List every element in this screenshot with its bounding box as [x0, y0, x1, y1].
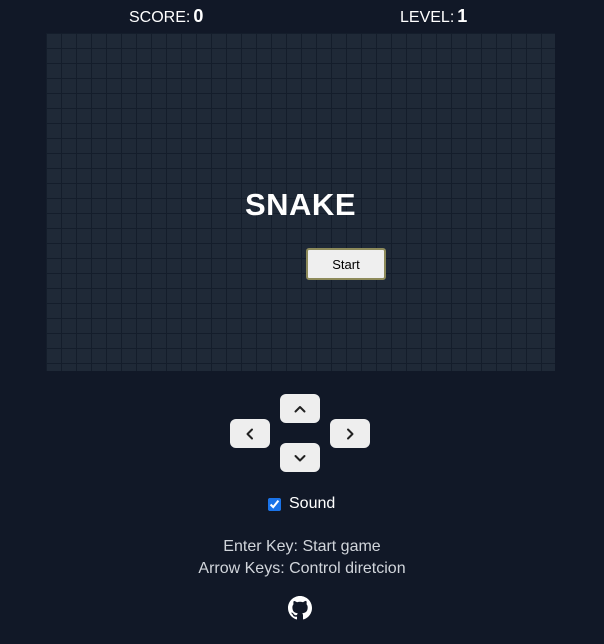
- help-line-enter: Enter Key: Start game: [223, 538, 381, 555]
- score-display: SCORE: 0: [129, 5, 203, 29]
- hud: SCORE: 0 LEVEL: 1: [0, 5, 604, 27]
- right-button[interactable]: [330, 419, 370, 448]
- help-line-arrows: Arrow Keys: Control diretcion: [198, 560, 406, 577]
- github-link[interactable]: [288, 596, 312, 620]
- down-button[interactable]: [280, 443, 320, 472]
- score-label: SCORE:: [129, 9, 191, 26]
- sound-checkbox[interactable]: [268, 497, 281, 511]
- chevron-right-icon: [347, 428, 354, 439]
- game-board[interactable]: SNAKE Start: [46, 33, 555, 371]
- level-label: LEVEL:: [400, 9, 455, 26]
- chevron-down-icon: [294, 454, 306, 461]
- help-text: Enter Key: Start game Arrow Keys: Contro…: [0, 536, 604, 580]
- snake-game-page: SCORE: 0 LEVEL: 1 SNAKE Start Sound Enter …: [0, 0, 604, 644]
- game-title: SNAKE: [244, 187, 356, 222]
- score-value: 0: [193, 6, 204, 26]
- chevron-up-icon: [294, 405, 306, 412]
- github-icon: [288, 596, 312, 620]
- up-button[interactable]: [280, 394, 320, 423]
- sound-toggle[interactable]: Sound: [268, 494, 335, 514]
- chevron-left-icon: [246, 428, 253, 439]
- level-value: 1: [457, 6, 468, 26]
- level-display: LEVEL: 1: [400, 5, 467, 29]
- left-button[interactable]: [230, 419, 270, 448]
- start-button[interactable]: Start: [306, 248, 386, 280]
- sound-label: Sound: [289, 495, 336, 512]
